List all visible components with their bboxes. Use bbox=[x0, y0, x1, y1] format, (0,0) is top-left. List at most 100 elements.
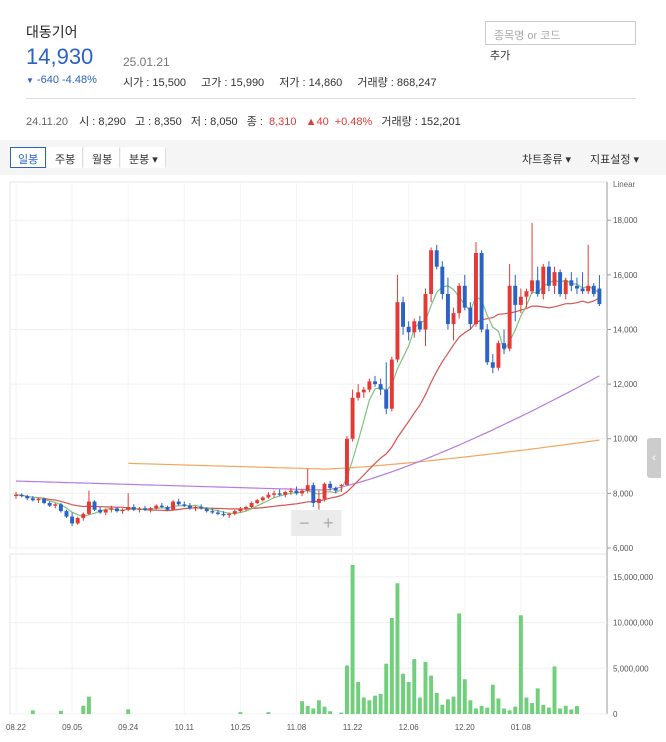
x-tick-label: 12.20 bbox=[455, 723, 476, 732]
volume-bar bbox=[440, 704, 445, 714]
volume-bar bbox=[507, 710, 512, 714]
candle-body bbox=[496, 343, 501, 368]
candle-body bbox=[311, 485, 316, 503]
zoom-in-icon[interactable]: + bbox=[323, 513, 334, 533]
hover-high: 고 : 8,350 bbox=[134, 116, 182, 128]
candle-body bbox=[47, 502, 52, 506]
candle-body bbox=[389, 359, 394, 409]
x-tick-label: 01.08 bbox=[511, 723, 532, 732]
hover-open: 시 : 8,290 bbox=[79, 116, 126, 128]
low-price: 저가 : 14,860 bbox=[279, 77, 343, 89]
candle-body bbox=[361, 389, 366, 393]
volume-bar bbox=[339, 712, 344, 714]
candle-body bbox=[591, 285, 596, 294]
volume-bar bbox=[316, 700, 321, 714]
candle-body bbox=[232, 511, 237, 514]
weekly-tab[interactable]: 주봉 bbox=[47, 147, 84, 168]
x-tick-label: 09.24 bbox=[118, 723, 139, 732]
candle-body bbox=[244, 507, 248, 509]
volume-bar bbox=[406, 682, 411, 714]
candle-body bbox=[373, 381, 377, 385]
volume-bar bbox=[535, 688, 540, 714]
candle-body bbox=[36, 498, 41, 501]
volume-bar bbox=[238, 712, 243, 714]
candle-body bbox=[53, 504, 58, 506]
stock-search-input[interactable]: 종목명 or 코드 bbox=[485, 21, 636, 45]
candle-body bbox=[75, 517, 80, 524]
high-price: 고가 : 15,990 bbox=[201, 77, 265, 89]
volume-bar bbox=[429, 675, 434, 714]
candle-body bbox=[406, 326, 411, 333]
candle-body bbox=[25, 496, 30, 499]
price-tick-label: 14,000 bbox=[613, 325, 638, 334]
candle-body bbox=[513, 285, 518, 305]
chevron-left-icon: ‹ bbox=[652, 452, 656, 464]
x-tick-label: 10.11 bbox=[175, 723, 195, 732]
candle-body bbox=[344, 438, 349, 485]
chart-toolbar: 일봉 주봉 월봉 분봉 ▾ 차트종류 ▾ 지표설정 ▾ bbox=[0, 140, 666, 175]
candle-body bbox=[339, 484, 344, 486]
add-stock-button[interactable]: 추가 bbox=[490, 47, 510, 63]
volume-bar bbox=[474, 708, 478, 714]
volume-bar bbox=[373, 695, 377, 714]
candle-body bbox=[518, 296, 523, 305]
scale-label: Linear bbox=[613, 180, 636, 189]
minute-dropdown[interactable]: 분봉 ▾ bbox=[121, 147, 166, 168]
candle-body bbox=[30, 498, 35, 501]
candle-body bbox=[328, 483, 333, 488]
volume-bar bbox=[389, 618, 394, 714]
x-tick-label: 09.05 bbox=[62, 723, 83, 732]
volume-bar bbox=[445, 699, 450, 714]
side-panel-toggle[interactable]: ‹ bbox=[647, 438, 661, 478]
candle-body bbox=[305, 485, 310, 491]
candle-body bbox=[445, 293, 450, 325]
volume-bar bbox=[457, 613, 462, 714]
x-tick-label: 08.22 bbox=[6, 723, 27, 732]
candle-body bbox=[215, 512, 220, 514]
change-amount: -640 bbox=[36, 74, 59, 86]
candle-body bbox=[569, 280, 574, 286]
stock-chart[interactable]: Linear 6,000 8,000 10,000 12,000 14,000 16,000… bbox=[0, 176, 666, 742]
volume-bar bbox=[518, 615, 523, 714]
candle-body bbox=[120, 509, 125, 512]
candle-body bbox=[558, 272, 563, 294]
candle-body bbox=[92, 501, 97, 510]
volume-bar bbox=[569, 709, 574, 714]
volume-tick-label: 10,000,000 bbox=[613, 619, 654, 628]
volume-bar bbox=[417, 697, 422, 714]
candle-body bbox=[451, 313, 456, 325]
volume-bar bbox=[574, 706, 579, 714]
price-tick-label: 8,000 bbox=[613, 489, 634, 498]
chart-type-dropdown[interactable]: 차트종류 ▾ bbox=[522, 151, 571, 167]
candle-body bbox=[182, 504, 187, 506]
candle-body bbox=[277, 493, 282, 495]
volume-tick-label: 5,000,000 bbox=[613, 664, 649, 673]
candle-body bbox=[288, 490, 293, 493]
candle-body bbox=[221, 513, 226, 516]
zoom-out-icon[interactable]: − bbox=[299, 513, 310, 533]
volume-bar bbox=[530, 703, 535, 714]
hover-candle-info: 24.11.20 시 : 8,290 고 : 8,350 저 : 8,050 종… bbox=[26, 113, 467, 129]
candle-body bbox=[356, 392, 361, 398]
indicator-settings-dropdown[interactable]: 지표설정 ▾ bbox=[590, 151, 639, 167]
down-triangle-icon: ▼ bbox=[26, 76, 34, 85]
volume-bar bbox=[552, 666, 557, 714]
candle-body bbox=[316, 498, 321, 503]
volume-bar bbox=[378, 693, 383, 714]
chart-area[interactable]: Linear 6,000 8,000 10,000 12,000 14,000 16,000… bbox=[0, 176, 666, 742]
volume-bar bbox=[311, 708, 316, 714]
header-divider bbox=[26, 98, 636, 99]
candle-body bbox=[148, 508, 153, 510]
volume-bar bbox=[30, 710, 35, 714]
candle-body bbox=[378, 384, 383, 390]
volume-bar bbox=[344, 665, 349, 714]
open-price: 시가 : 15,500 bbox=[123, 77, 187, 89]
monthly-tab[interactable]: 월봉 bbox=[84, 147, 121, 168]
hover-diff: ▲40 bbox=[305, 116, 329, 128]
candle-body bbox=[19, 494, 24, 497]
candle-body bbox=[597, 288, 602, 305]
daily-tab[interactable]: 일봉 bbox=[10, 147, 47, 168]
candle-body bbox=[485, 329, 490, 363]
candle-body bbox=[541, 266, 546, 294]
price-tick-label: 16,000 bbox=[613, 271, 638, 280]
